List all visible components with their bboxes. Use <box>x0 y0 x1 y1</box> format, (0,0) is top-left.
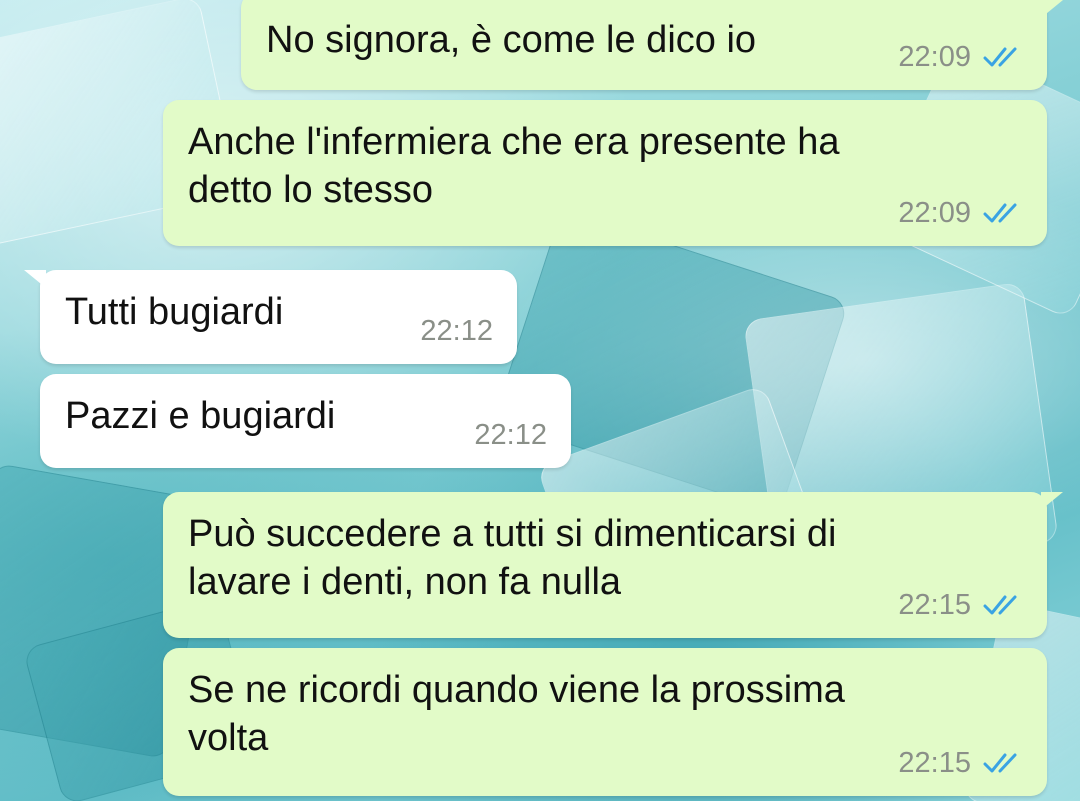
message-text: Pazzi e bugiardi <box>65 395 336 437</box>
bubble-tail <box>1041 0 1063 18</box>
message-text: Tutti bugiardi <box>65 291 284 333</box>
message-time: 22:09 <box>898 41 971 73</box>
message-meta: 22:09 <box>898 196 1023 230</box>
double-check-read-icon <box>983 753 1017 773</box>
outgoing-message[interactable]: No signora, è come le dico io 22:09 <box>241 0 1063 90</box>
incoming-message[interactable]: Pazzi e bugiardi 22:12 <box>40 374 571 468</box>
message-text: No signora, è come le dico io <box>266 19 757 61</box>
outgoing-message[interactable]: Anche l'infermiera che era presente ha d… <box>163 100 1047 246</box>
double-check-read-icon <box>983 47 1017 67</box>
message-time: 22:12 <box>474 419 547 451</box>
bubble-tail <box>24 270 46 288</box>
bubble-tail <box>1041 492 1063 510</box>
double-check-read-icon <box>983 595 1017 615</box>
message-list[interactable]: No signora, è come le dico io 22:09 Anch… <box>0 0 1080 801</box>
double-check-read-icon <box>983 203 1017 223</box>
message-meta: 22:15 <box>898 746 1023 780</box>
message-text: Può succedere a tutti si dimenticarsi di… <box>188 513 837 603</box>
message-time: 22:15 <box>898 589 971 621</box>
message-time: 22:12 <box>420 315 493 347</box>
message-meta: 22:12 <box>420 314 493 348</box>
outgoing-message[interactable]: Può succedere a tutti si dimenticarsi di… <box>163 492 1063 638</box>
message-time: 22:09 <box>898 197 971 229</box>
incoming-message[interactable]: Tutti bugiardi 22:12 <box>24 270 517 364</box>
message-text: Se ne ricordi quando viene la prossima v… <box>188 669 845 759</box>
message-time: 22:15 <box>898 747 971 779</box>
outgoing-message[interactable]: Se ne ricordi quando viene la prossima v… <box>163 648 1047 796</box>
message-meta: 22:12 <box>474 418 547 452</box>
message-meta: 22:15 <box>898 588 1023 622</box>
message-text: Anche l'infermiera che era presente ha d… <box>188 121 840 211</box>
message-meta: 22:09 <box>898 40 1023 74</box>
